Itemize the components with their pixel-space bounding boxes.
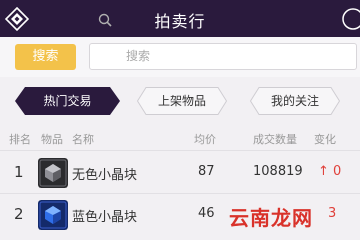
change-amount: 0: [333, 164, 342, 179]
menu-icon[interactable]: [340, 7, 360, 31]
search-button[interactable]: 搜索: [15, 44, 76, 70]
column-header-volume: 成交数量: [253, 133, 297, 146]
row-divider: [0, 193, 360, 194]
volume-value: 108819: [253, 164, 303, 179]
up-arrow-icon: ↑: [318, 164, 329, 179]
tab-label: 热门交易: [43, 94, 92, 108]
column-header-name: 名称: [72, 133, 94, 146]
tab-hot-trades[interactable]: 热门交易: [15, 87, 120, 115]
change-value: ↑ 0: [318, 164, 341, 179]
tab-listed-items[interactable]: 上架物品: [137, 87, 227, 115]
item-name: 蓝色小晶块: [72, 210, 138, 225]
tab-my-watchlist[interactable]: 我的关注: [250, 87, 340, 115]
price-value: 87: [198, 164, 215, 179]
app-header: 拍卖行: [0, 0, 360, 37]
search-input[interactable]: 搜索: [89, 43, 357, 70]
header-divider: [0, 150, 360, 151]
search-bar: 搜索 搜索: [0, 37, 360, 77]
change-amount: 3: [328, 206, 337, 221]
search-icon: [98, 13, 112, 27]
colorless-crystal-icon: [38, 158, 68, 188]
watermark: 云南龙网: [229, 206, 313, 230]
column-header-rank: 排名: [9, 133, 31, 146]
table-row[interactable]: 1 无色小晶块 87 108819 ↑ 0: [0, 156, 360, 190]
page-title: 拍卖行: [154, 12, 206, 31]
column-header-item: 物品: [41, 133, 63, 146]
item-name: 无色小晶块: [72, 168, 138, 183]
tab-label: 上架物品: [157, 94, 206, 108]
change-value: 3: [328, 206, 336, 221]
rank-value: 2: [14, 205, 24, 223]
column-header-price: 均价: [194, 133, 216, 146]
blue-crystal-icon: [38, 200, 68, 230]
price-value: 46: [198, 206, 215, 221]
rank-value: 1: [14, 163, 24, 181]
column-header-change: 变化: [314, 133, 336, 146]
tab-label: 我的关注: [270, 94, 319, 108]
